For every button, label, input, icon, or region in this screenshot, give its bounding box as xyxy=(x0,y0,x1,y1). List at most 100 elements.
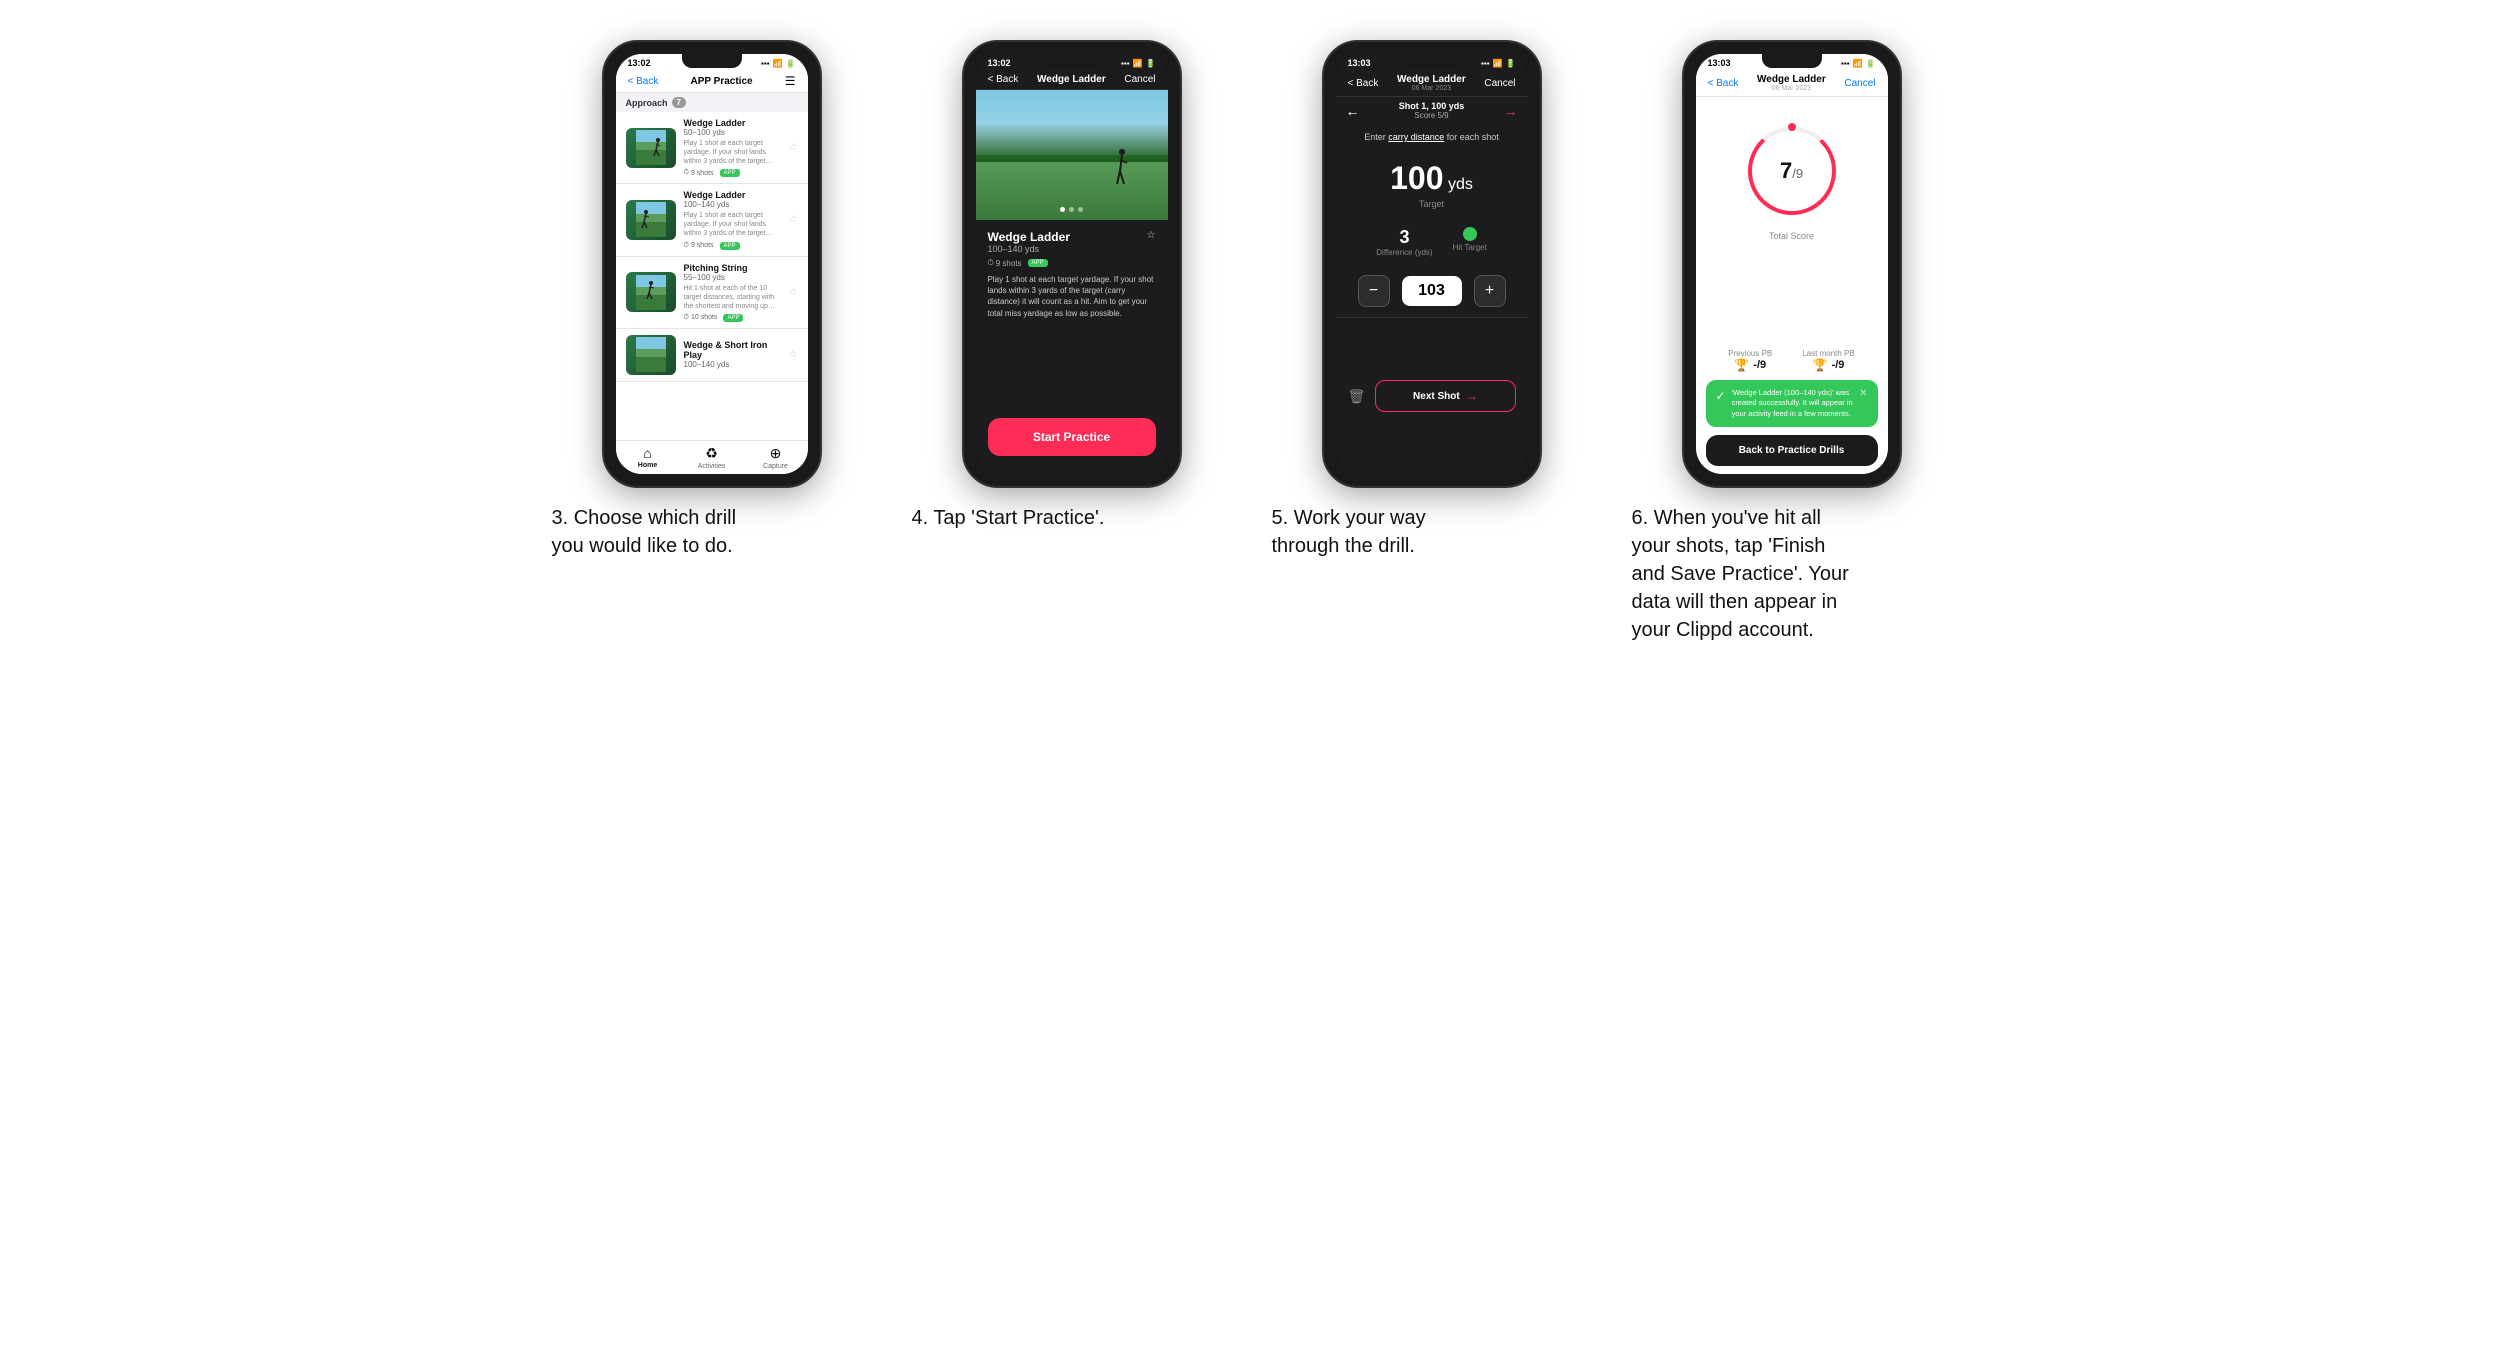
toast-text-6: 'Wedge Ladder (100–140 yds)' was created… xyxy=(1732,388,1854,420)
cancel-btn-4[interactable]: Cancel xyxy=(1124,74,1155,85)
notch-4 xyxy=(1042,54,1102,68)
app-badge-card-4: APP xyxy=(1028,259,1048,267)
last-month-pb-val-6: 🏆 -/9 xyxy=(1802,358,1854,372)
status-icons-5: ▪▪▪ 📶 🔋 xyxy=(1481,59,1515,68)
tab-home-label: Home xyxy=(638,462,657,469)
drill-shots-1: ⏱ 9 shots xyxy=(684,169,714,177)
caption-5: 5. Work your way through the drill. xyxy=(1272,504,1492,560)
trash-btn-5[interactable]: 🗑 xyxy=(1348,388,1366,405)
drill-item-4[interactable]: Wedge & Short Iron Play 100–140 yds ☆ xyxy=(616,329,808,382)
drill-thumb-img-3 xyxy=(626,272,676,312)
phone-4: 13:02 ▪▪▪ 📶 🔋 < Back Wedge Ladder Cancel xyxy=(962,40,1182,488)
stats-row-5: 3 Difference (yds) Hit Target xyxy=(1336,219,1528,265)
nav-title-3: APP Practice xyxy=(691,76,753,87)
card-dist-4: 100–140 yds xyxy=(988,244,1070,254)
phone-3-wrapper: 13:02 ▪▪▪ 📶 🔋 < Back APP Practice ☰ xyxy=(602,40,822,488)
next-shot-btn-5[interactable]: Next Shot → xyxy=(1375,380,1515,412)
star-icon-2[interactable]: ☆ xyxy=(789,214,798,225)
drill-thumb-1 xyxy=(626,128,676,168)
drill-thumb-img-1 xyxy=(626,128,676,168)
toast-close-btn[interactable]: ✕ xyxy=(1859,388,1867,399)
golfer-svg-4 xyxy=(1111,149,1133,194)
capture-icon: ⊕ xyxy=(770,445,782,462)
drill-desc-3: Hit 1 shot at each of the 10 target dist… xyxy=(684,284,781,311)
tab-bar-3: ⌂ Home ♻ Activities ⊕ Capture xyxy=(616,440,808,474)
drill-thumb-2 xyxy=(626,200,676,240)
target-display-5: 100 yds Target xyxy=(1336,150,1528,219)
card-shots-4: ⏱ 9 shots xyxy=(988,258,1022,268)
back-btn-5[interactable]: < Back xyxy=(1348,78,1379,89)
yds-input-5[interactable]: 103 xyxy=(1402,276,1462,306)
diff-label-5: Difference (yds) xyxy=(1376,248,1432,257)
tab-home[interactable]: ⌂ Home xyxy=(616,445,680,470)
total-score-label-6: Total Score xyxy=(1769,231,1814,241)
target-yds-5: 100 xyxy=(1390,160,1443,196)
phone-section-4: 13:02 ▪▪▪ 📶 🔋 < Back Wedge Ladder Cancel xyxy=(912,40,1232,532)
start-btn-container-4: Start Practice xyxy=(976,410,1168,474)
target-yds-row-5: 100 yds xyxy=(1346,160,1518,197)
drill-list-3[interactable]: Wedge Ladder 50–100 yds Play 1 shot at e… xyxy=(616,112,808,440)
card-header-4: Wedge Ladder 100–140 yds ☆ xyxy=(988,230,1156,254)
decrement-btn-5[interactable]: − xyxy=(1358,275,1390,307)
home-icon: ⌂ xyxy=(643,445,651,461)
caption-3: 3. Choose which drill you would like to … xyxy=(552,504,772,560)
increment-btn-5[interactable]: + xyxy=(1474,275,1506,307)
phone-section-5: 13:03 ▪▪▪ 📶 🔋 < Back Wedge Ladder xyxy=(1272,40,1592,560)
app-badge-3: APP xyxy=(723,314,743,322)
nav-title-5: Wedge Ladder 06 Mar 2023 xyxy=(1397,74,1466,92)
star-icon-1[interactable]: ☆ xyxy=(789,142,798,153)
score-text-6: 7/9 xyxy=(1780,158,1803,184)
nav-bar-3: < Back APP Practice ☰ xyxy=(616,70,808,93)
status-bar-3: 13:02 ▪▪▪ 📶 🔋 xyxy=(616,54,808,70)
drill-item-2[interactable]: Wedge Ladder 100–140 yds Play 1 shot at … xyxy=(616,184,808,256)
prev-arrow-5[interactable]: ← xyxy=(1346,103,1360,119)
status-bar-4: 13:02 ▪▪▪ 📶 🔋 xyxy=(976,54,1168,70)
menu-icon-3[interactable]: ☰ xyxy=(785,74,796,88)
phone-5: 13:03 ▪▪▪ 📶 🔋 < Back Wedge Ladder xyxy=(1322,40,1542,488)
drill-desc-1: Play 1 shot at each target yardage. If y… xyxy=(684,139,781,166)
trophy-icon-last: 🏆 xyxy=(1813,358,1828,372)
phone-3: 13:02 ▪▪▪ 📶 🔋 < Back APP Practice ☰ xyxy=(602,40,822,488)
notch-5 xyxy=(1402,54,1462,68)
back-to-drills-btn[interactable]: Back to Practice Drills xyxy=(1706,435,1878,466)
section-badge-3: 7 xyxy=(672,97,686,108)
drill-item-1[interactable]: Wedge Ladder 50–100 yds Play 1 shot at e… xyxy=(616,112,808,184)
prev-pb-box-6: Previous PB 🏆 -/9 xyxy=(1728,349,1772,372)
nav-title-4: Wedge Ladder xyxy=(1037,74,1106,85)
time-6: 13:03 xyxy=(1708,58,1731,68)
status-icons-4: ▪▪▪ 📶 🔋 xyxy=(1121,59,1155,68)
tab-activities[interactable]: ♻ Activities xyxy=(680,445,744,470)
tab-capture-label: Capture xyxy=(763,463,788,470)
caption-4: 4. Tap 'Start Practice'. xyxy=(912,504,1105,532)
drill-info-3: Pitching String 55–100 yds Hit 1 shot at… xyxy=(684,263,781,322)
drill-name-2: Wedge Ladder xyxy=(684,190,781,200)
status-icons-3: ▪▪▪ 📶 🔋 xyxy=(761,59,795,68)
next-shot-bar-5: 🗑 Next Shot → xyxy=(1336,317,1528,474)
dot-2 xyxy=(1069,207,1074,212)
phone-6-wrapper: 13:03 ▪▪▪ 📶 🔋 < Back Wedge Ladder xyxy=(1682,40,1902,488)
cancel-btn-6[interactable]: Cancel xyxy=(1844,78,1875,89)
tab-capture[interactable]: ⊕ Capture xyxy=(744,445,808,470)
star-icon-card-4[interactable]: ☆ xyxy=(1147,230,1156,241)
nav-bar-4: < Back Wedge Ladder Cancel xyxy=(976,70,1168,90)
star-icon-3[interactable]: ☆ xyxy=(789,287,798,298)
time-5: 13:03 xyxy=(1348,58,1371,68)
dot-3 xyxy=(1078,207,1083,212)
drill-shots-2: ⏱ 9 shots xyxy=(684,242,714,250)
phone-4-wrapper: 13:02 ▪▪▪ 📶 🔋 < Back Wedge Ladder Cancel xyxy=(962,40,1182,488)
start-practice-btn[interactable]: Start Practice xyxy=(988,418,1156,456)
prev-pb-label-6: Previous PB xyxy=(1728,349,1772,358)
shot-label-5: Shot 1, 100 yds xyxy=(1399,101,1465,111)
score-circle-6: 7/9 xyxy=(1742,121,1842,221)
drill-item-3[interactable]: Pitching String 55–100 yds Hit 1 shot at… xyxy=(616,257,808,329)
back-btn-4[interactable]: < Back xyxy=(988,74,1019,85)
drill-info-4: Wedge & Short Iron Play 100–140 yds xyxy=(684,340,781,369)
star-icon-4[interactable]: ☆ xyxy=(789,349,798,360)
back-btn-3[interactable]: < Back xyxy=(628,76,659,87)
drill-name-3: Pitching String xyxy=(684,263,781,273)
back-btn-6[interactable]: < Back xyxy=(1708,78,1739,89)
prev-pb-val-6: 🏆 -/9 xyxy=(1728,358,1772,372)
cancel-btn-5[interactable]: Cancel xyxy=(1484,78,1515,89)
next-arrow-5[interactable]: → xyxy=(1504,103,1518,119)
drill-dist-3: 55–100 yds xyxy=(684,273,781,282)
